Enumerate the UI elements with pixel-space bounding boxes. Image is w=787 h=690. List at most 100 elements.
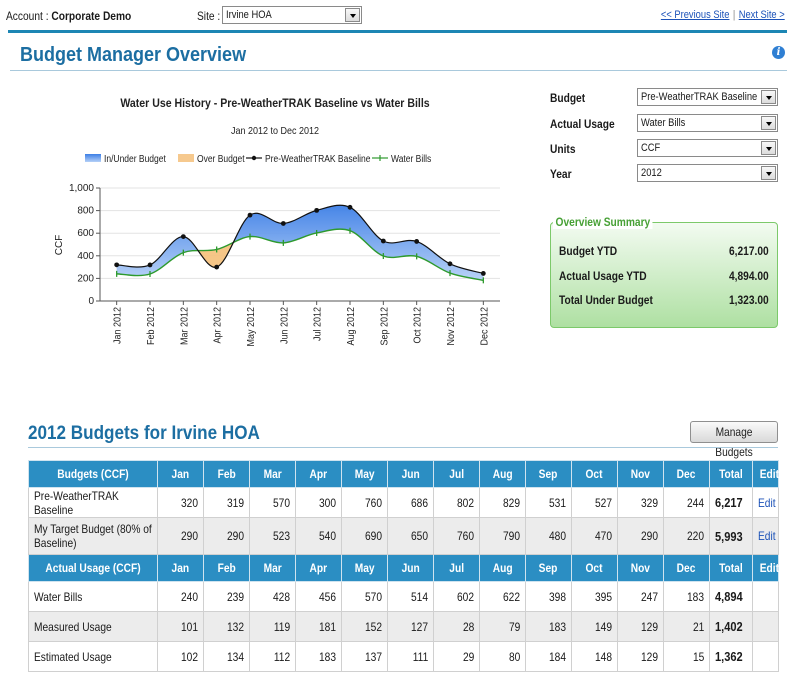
table-cell: 129	[617, 611, 664, 642]
table-cell: 80	[479, 641, 526, 672]
table-row: Measured Usage 101 132 119 181 152 127 28 79 183 1…	[28, 611, 779, 642]
table-row: My Target Budget (80% of Baseline) 290 290…	[28, 517, 779, 555]
chevron-down-icon[interactable]	[761, 116, 776, 130]
column-header: Nov	[617, 554, 664, 582]
table-cell: 527	[571, 487, 618, 518]
previous-site-link[interactable]: << Previous Site	[661, 9, 730, 21]
table-cell: 523	[249, 517, 296, 555]
actual-usage-select[interactable]: Water Bills	[637, 114, 778, 132]
row-total: 1,362	[709, 641, 753, 672]
table-cell: 320	[157, 487, 204, 518]
column-header: Total	[709, 460, 753, 488]
site-label: Site :	[197, 9, 221, 23]
row-label: Pre-WeatherTRAK Baseline	[28, 487, 158, 518]
year-label: Year	[550, 167, 572, 181]
units-select-value: CCF	[641, 142, 661, 154]
point-baseline	[480, 271, 486, 276]
legend-swatch-over	[178, 154, 194, 162]
column-header: Apr	[295, 460, 342, 488]
table-cell: 29	[433, 641, 480, 672]
table-row: Estimated Usage 102 134 112 183 137 111 29 80 184…	[28, 641, 779, 672]
edit-link[interactable]: Edit	[752, 487, 779, 518]
column-header: Jan	[157, 554, 204, 582]
budget-label: Budget	[550, 91, 586, 105]
account-label: Account :	[6, 9, 52, 23]
chevron-down-icon[interactable]	[761, 90, 776, 104]
site-navigation: << Previous Site | Next Site >	[661, 9, 785, 21]
column-header: Feb	[203, 554, 250, 582]
water-use-chart: Water Use History - Pre-WeatherTRAK Base…	[54, 97, 500, 346]
year-select[interactable]: 2012	[637, 164, 778, 182]
table-cell: 760	[433, 517, 480, 555]
table-cell: 456	[295, 581, 342, 612]
point-baseline	[414, 239, 420, 244]
overview-summary-title: Overview Summary	[553, 215, 653, 229]
legend-label: Over Budget	[197, 153, 245, 164]
legend-label: In/Under Budget	[104, 153, 166, 164]
column-header: Oct	[571, 460, 618, 488]
column-header: Jul	[433, 554, 480, 582]
x-tick-label: May 2012	[246, 307, 258, 346]
x-tick-label: Feb 2012	[146, 307, 158, 345]
info-icon[interactable]: i	[772, 46, 785, 59]
row-label: Estimated Usage	[28, 641, 158, 672]
table-cell: 540	[295, 517, 342, 555]
chevron-down-icon[interactable]	[761, 141, 776, 155]
y-tick-label: 600	[77, 228, 94, 239]
actual-usage-label: Actual Usage	[550, 117, 615, 131]
site-select-value: Irvine HOA	[226, 9, 272, 21]
series-line-baseline	[116, 204, 484, 275]
units-select[interactable]: CCF	[637, 139, 778, 157]
point-baseline	[347, 204, 353, 210]
table-cell: 129	[617, 641, 664, 672]
header-divider	[8, 30, 787, 33]
column-header: Apr	[295, 554, 342, 582]
table-row: Water Bills 240 239 428 456 570 514 602 622 398 39…	[28, 581, 779, 612]
table-cell: 319	[203, 487, 250, 518]
table-cell: 79	[479, 611, 526, 642]
column-header: Mar	[249, 460, 296, 488]
table-cell: 570	[341, 581, 388, 612]
budgets-table: Budgets (CCF) Jan Feb Mar Apr May Jun Jul Aug Sep…	[28, 460, 779, 672]
table-cell: 15	[663, 641, 710, 672]
column-header: Jul	[433, 460, 480, 488]
account-info: Account : Corporate Demo	[6, 9, 131, 23]
x-tick-label: Jun 2012	[279, 307, 291, 344]
chart-title: Water Use History - Pre-WeatherTRAK Base…	[120, 97, 429, 110]
table-cell: 149	[571, 611, 618, 642]
y-axis-label: CCF	[54, 235, 65, 256]
column-header: Jan	[157, 460, 204, 488]
x-tick-label: Aug 2012	[346, 307, 358, 345]
point-baseline	[280, 221, 286, 226]
column-header: May	[341, 460, 388, 488]
chevron-down-icon[interactable]	[345, 8, 360, 22]
top-bar: Account : Corporate Demo Site : Irvine H…	[0, 0, 787, 28]
next-site-link[interactable]: Next Site >	[739, 9, 785, 21]
edit-link[interactable]: Edit	[752, 517, 779, 555]
account-name: Corporate Demo	[51, 9, 132, 23]
y-tick-label: 400	[77, 251, 94, 262]
y-tick-label: 1,000	[69, 183, 94, 194]
point-baseline	[247, 212, 253, 218]
point-baseline	[380, 238, 386, 244]
table-cell: 290	[157, 517, 204, 555]
site-select[interactable]: Irvine HOA	[222, 6, 362, 24]
x-tick-label: Jul 2012	[312, 307, 324, 341]
x-tick-label: Jan 2012	[112, 307, 124, 344]
table-cell: 514	[387, 581, 434, 612]
manage-budgets-button[interactable]: Manage Budgets	[690, 421, 778, 459]
page-title: Budget Manager Overview	[20, 44, 247, 66]
table-cell: 290	[617, 517, 664, 555]
legend-label: Pre-WeatherTRAK Baseline	[265, 153, 371, 164]
chart-subtitle: Jan 2012 to Dec 2012	[231, 126, 319, 138]
table-cell: 28	[433, 611, 480, 642]
table-cell: 112	[249, 641, 296, 672]
table-header-row: Actual Usage (CCF) Jan Feb Mar Apr May Jun Jul A…	[28, 554, 779, 582]
column-header: Edit	[752, 460, 779, 488]
table-cell: 480	[525, 517, 572, 555]
row-label: My Target Budget (80% of Baseline)	[28, 517, 158, 555]
budget-select[interactable]: Pre-WeatherTRAK Baseline	[637, 88, 778, 106]
chevron-down-icon[interactable]	[761, 166, 776, 180]
year-select-value: 2012	[641, 167, 662, 179]
column-header: Aug	[479, 460, 526, 488]
